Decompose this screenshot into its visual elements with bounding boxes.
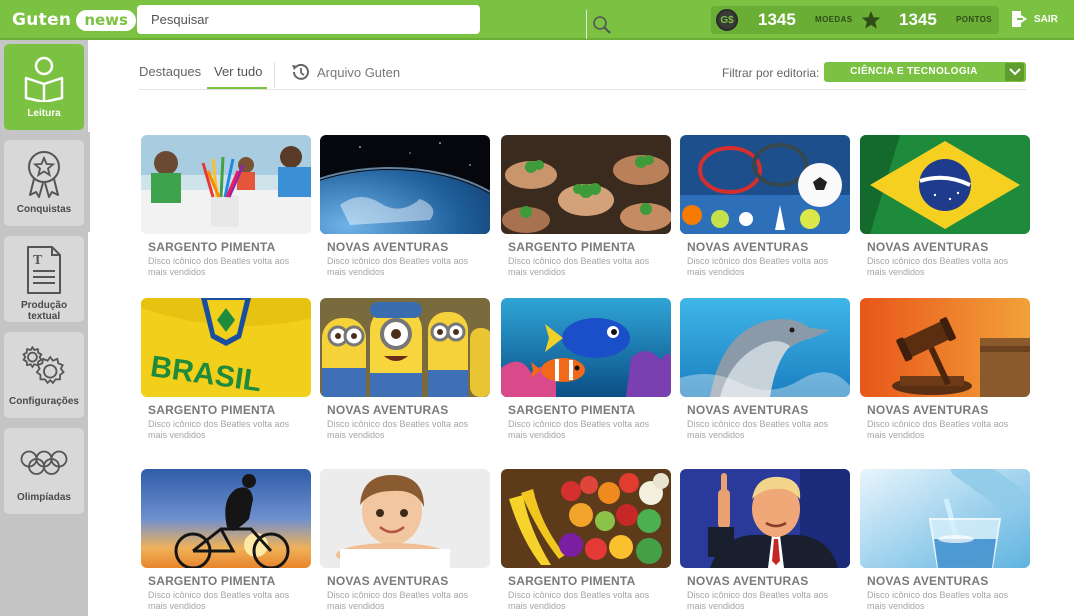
tab-destaques[interactable]: Destaques <box>139 64 201 79</box>
card-description: Disco icônico dos Beatles volta aos mais… <box>148 419 290 440</box>
card-description: Disco icônico dos Beatles volta aos mais… <box>508 419 650 440</box>
sidebar: Leitura Conquistas T Produção textual Co… <box>0 40 88 616</box>
card-title: SARGENTO PIMENTA <box>148 240 276 254</box>
card-title: SARGENTO PIMENTA <box>508 574 636 588</box>
user-stats: G$ 1345 MOEDAS 1345 PONTOS <box>711 6 999 34</box>
card-title: NOVAS AVENTURAS <box>687 240 809 254</box>
logo-text: Guten <box>12 10 72 30</box>
sidebar-item-configuracoes[interactable]: Configurações <box>4 332 84 418</box>
sidebar-item-label: Leitura <box>27 108 61 119</box>
card-image-judge-gavel <box>860 298 1030 397</box>
filter-label: Filtrar por editoria: <box>722 66 820 80</box>
card-title: SARGENTO PIMENTA <box>508 403 636 417</box>
filter-selected-value: CIÊNCIA E TECNOLOGIA <box>850 66 978 77</box>
card-image-smiling-boy <box>320 469 490 568</box>
card-image-earth-from-space <box>320 135 490 234</box>
document-icon: T <box>20 246 68 294</box>
coins-label: MOEDAS <box>815 15 853 24</box>
sidebar-active-notch <box>84 132 90 232</box>
card-description: Disco icônico dos Beatles volta aos mais… <box>327 419 469 440</box>
history-icon <box>292 63 309 80</box>
card-title: NOVAS AVENTURAS <box>687 403 809 417</box>
coins-value: 1345 <box>758 10 796 29</box>
award-icon <box>20 150 68 198</box>
card-image-minions <box>320 298 490 397</box>
card-description: Disco icônico dos Beatles volta aos mais… <box>508 590 650 611</box>
card-image-sports-balls <box>680 135 850 234</box>
card-description: Disco icônico dos Beatles volta aos mais… <box>867 419 1009 440</box>
points-label: PONTOS <box>956 15 993 24</box>
card-description: Disco icônico dos Beatles volta aos mais… <box>327 590 469 611</box>
card-description: Disco icônico dos Beatles volta aos mais… <box>508 256 650 277</box>
search-icon <box>593 15 611 34</box>
card-image-children-drawing <box>141 135 311 234</box>
logout-icon <box>1012 11 1027 27</box>
card-description: Disco icônico dos Beatles volta aos mais… <box>327 256 469 277</box>
logout-button[interactable]: SAIR <box>1011 10 1058 28</box>
card-image-water-glass <box>860 469 1030 568</box>
card-title: SARGENTO PIMENTA <box>148 574 276 588</box>
reading-icon <box>20 54 68 102</box>
card-description: Disco icônico dos Beatles volta aos mais… <box>687 419 829 440</box>
sidebar-item-label: Produção textual <box>20 300 68 322</box>
chevron-down-icon <box>1005 63 1024 81</box>
logout-label: SAIR <box>1034 13 1058 25</box>
tab-ver-tudo[interactable]: Ver tudo <box>214 64 262 79</box>
sidebar-item-conquistas[interactable]: Conquistas <box>4 140 84 226</box>
card-description: Disco icônico dos Beatles volta aos mais… <box>867 256 1009 277</box>
card-description: Disco icônico dos Beatles volta aos mais… <box>148 256 290 277</box>
card-image-cyclist-sunset <box>141 469 311 568</box>
card-title: NOVAS AVENTURAS <box>687 574 809 588</box>
card-image-fruits-vegetables <box>501 469 671 568</box>
tabs-underline <box>139 89 1026 90</box>
svg-text:T: T <box>33 253 43 268</box>
card-title: SARGENTO PIMENTA <box>148 403 276 417</box>
sidebar-item-label: Conquistas <box>16 204 72 215</box>
card-title: SARGENTO PIMENTA <box>508 240 636 254</box>
olympic-rings-icon <box>20 438 68 486</box>
card-title: NOVAS AVENTURAS <box>327 240 449 254</box>
card-title: NOVAS AVENTURAS <box>327 574 449 588</box>
card-image-brazil-flag <box>860 135 1030 234</box>
gear-icon <box>20 342 68 390</box>
coin-icon: G$ <box>716 9 738 31</box>
card-description: Disco icônico dos Beatles volta aos mais… <box>687 590 829 611</box>
search-bar <box>137 5 611 39</box>
tab-divider <box>274 62 275 88</box>
sidebar-item-producao-textual[interactable]: T Produção textual <box>4 236 84 322</box>
logo-badge: news <box>76 9 136 31</box>
card-image-brasil-jersey: BRASIL <box>141 298 311 397</box>
card-title: NOVAS AVENTURAS <box>867 240 989 254</box>
sidebar-item-label: Olimpíadas <box>17 492 71 503</box>
sidebar-item-label: Configurações <box>8 396 79 407</box>
card-description: Disco icônico dos Beatles volta aos mais… <box>867 590 1009 611</box>
card-title: NOVAS AVENTURAS <box>327 403 449 417</box>
editoria-filter-select[interactable]: CIÊNCIA E TECNOLOGIA <box>824 62 1026 82</box>
search-button[interactable] <box>586 10 617 39</box>
card-image-clownfish-reef <box>501 298 671 397</box>
card-image-dolphin <box>680 298 850 397</box>
card-title: NOVAS AVENTURAS <box>867 403 989 417</box>
card-description: Disco icônico dos Beatles volta aos mais… <box>148 590 290 611</box>
sidebar-item-leitura[interactable]: Leitura <box>4 44 84 130</box>
tab-arquivo-guten[interactable]: Arquivo Guten <box>317 65 400 80</box>
top-bar: Guten news G$ 1345 MOEDAS 1345 PONTOS SA… <box>0 0 1074 40</box>
search-input[interactable] <box>151 5 451 34</box>
card-image-man-pointing <box>680 469 850 568</box>
points-value: 1345 <box>899 10 937 29</box>
star-icon <box>861 11 881 29</box>
guten-news-logo[interactable]: Guten news <box>12 8 136 32</box>
card-image-hands-holding-plants <box>501 135 671 234</box>
card-title: NOVAS AVENTURAS <box>867 574 989 588</box>
sidebar-item-olimpiadas[interactable]: Olimpíadas <box>4 428 84 514</box>
card-description: Disco icônico dos Beatles volta aos mais… <box>687 256 829 277</box>
